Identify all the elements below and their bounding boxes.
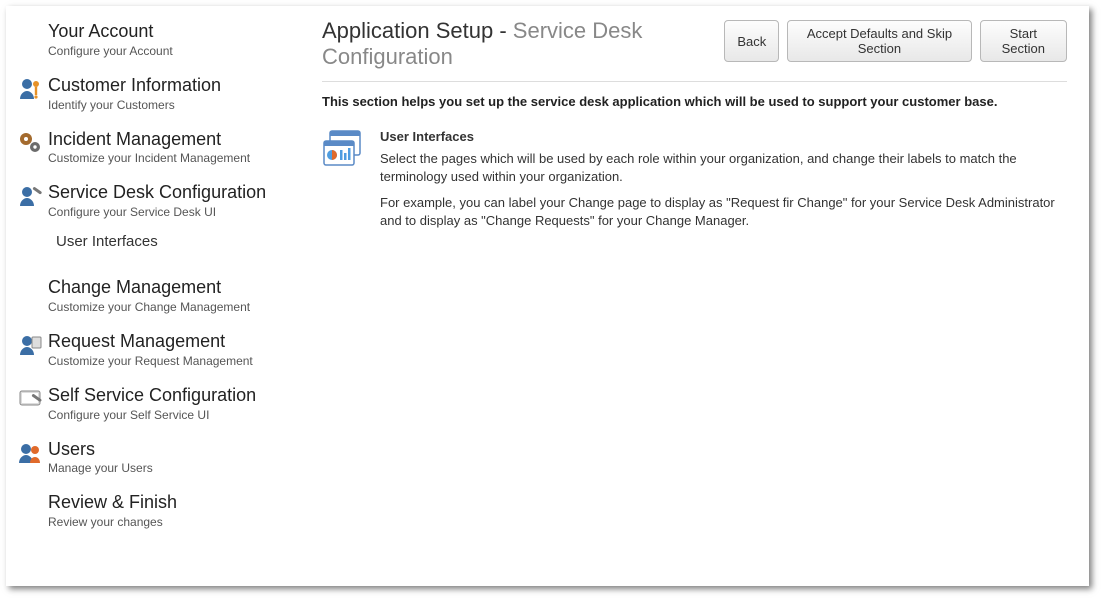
button-row: Back Accept Defaults and Skip Section St… [724, 20, 1067, 62]
sidebar-item-users[interactable]: Users Manage your Users [12, 436, 300, 484]
sidebar-item-change[interactable]: Change Management Customize your Change … [12, 274, 300, 322]
sidebar-item-sub: Customize your Change Management [48, 300, 300, 314]
sidebar-item-sub: Manage your Users [48, 461, 300, 475]
sidebar-item-title: Service Desk Configuration [48, 183, 300, 203]
sidebar-item-account[interactable]: Your Account Configure your Account [12, 18, 300, 66]
sidebar-item-sub: Customize your Incident Management [48, 151, 300, 165]
self-service-icon [12, 386, 48, 412]
sidebar-item-title: Your Account [48, 22, 300, 42]
sidebar-item-title: Incident Management [48, 130, 300, 150]
sidebar-item-sub: Configure your Account [48, 44, 300, 58]
skip-button[interactable]: Accept Defaults and Skip Section [787, 20, 971, 62]
sidebar-item-selfservice[interactable]: Self Service Configuration Configure you… [12, 382, 300, 430]
card-paragraph: For example, you can label your Change p… [380, 194, 1067, 230]
windows-icon [322, 129, 366, 239]
card-title: User Interfaces [380, 129, 1067, 144]
users-icon [12, 440, 48, 466]
service-desk-icon [12, 183, 48, 209]
intro-text: This section helps you set up the servic… [322, 94, 1067, 109]
sidebar-item-customer[interactable]: Customer Information Identify your Custo… [12, 72, 300, 120]
sidebar-item-sub: Identify your Customers [48, 98, 300, 112]
card-user-interfaces: User Interfaces Select the pages which w… [322, 129, 1067, 239]
gears-icon [12, 130, 48, 156]
user-info-icon [12, 76, 48, 102]
start-button[interactable]: Start Section [980, 20, 1067, 62]
sidebar-item-servicedesk[interactable]: Service Desk Configuration Configure you… [12, 179, 300, 227]
sidebar-item-title: Customer Information [48, 76, 300, 96]
app-window: Your Account Configure your Account Cust… [6, 6, 1089, 586]
title-prefix: Application Setup - [322, 18, 513, 43]
sidebar: Your Account Configure your Account Cust… [6, 6, 306, 586]
sidebar-item-sub: Configure your Self Service UI [48, 408, 300, 422]
sidebar-item-title: Change Management [48, 278, 300, 298]
sidebar-item-sub: Configure your Service Desk UI [48, 205, 300, 219]
sidebar-item-request[interactable]: Request Management Customize your Reques… [12, 328, 300, 376]
sidebar-item-review[interactable]: Review & Finish Review your changes [12, 489, 300, 537]
sidebar-item-title: Request Management [48, 332, 300, 352]
page-title: Application Setup - Service Desk Configu… [322, 18, 724, 71]
sidebar-item-title: Users [48, 440, 300, 460]
sidebar-item-incident[interactable]: Incident Management Customize your Incid… [12, 126, 300, 174]
sidebar-item-sub: Review your changes [48, 515, 300, 529]
sidebar-item-sub: Customize your Request Management [48, 354, 300, 368]
request-icon [12, 332, 48, 358]
header-row: Application Setup - Service Desk Configu… [322, 18, 1067, 82]
sidebar-item-title: Self Service Configuration [48, 386, 300, 406]
back-button[interactable]: Back [724, 20, 779, 62]
card-body: User Interfaces Select the pages which w… [380, 129, 1067, 239]
sidebar-item-title: Review & Finish [48, 493, 300, 513]
main-content: Application Setup - Service Desk Configu… [306, 6, 1089, 586]
card-paragraph: Select the pages which will be used by e… [380, 150, 1067, 186]
sidebar-subitem-user-interfaces[interactable]: User Interfaces [56, 233, 300, 250]
